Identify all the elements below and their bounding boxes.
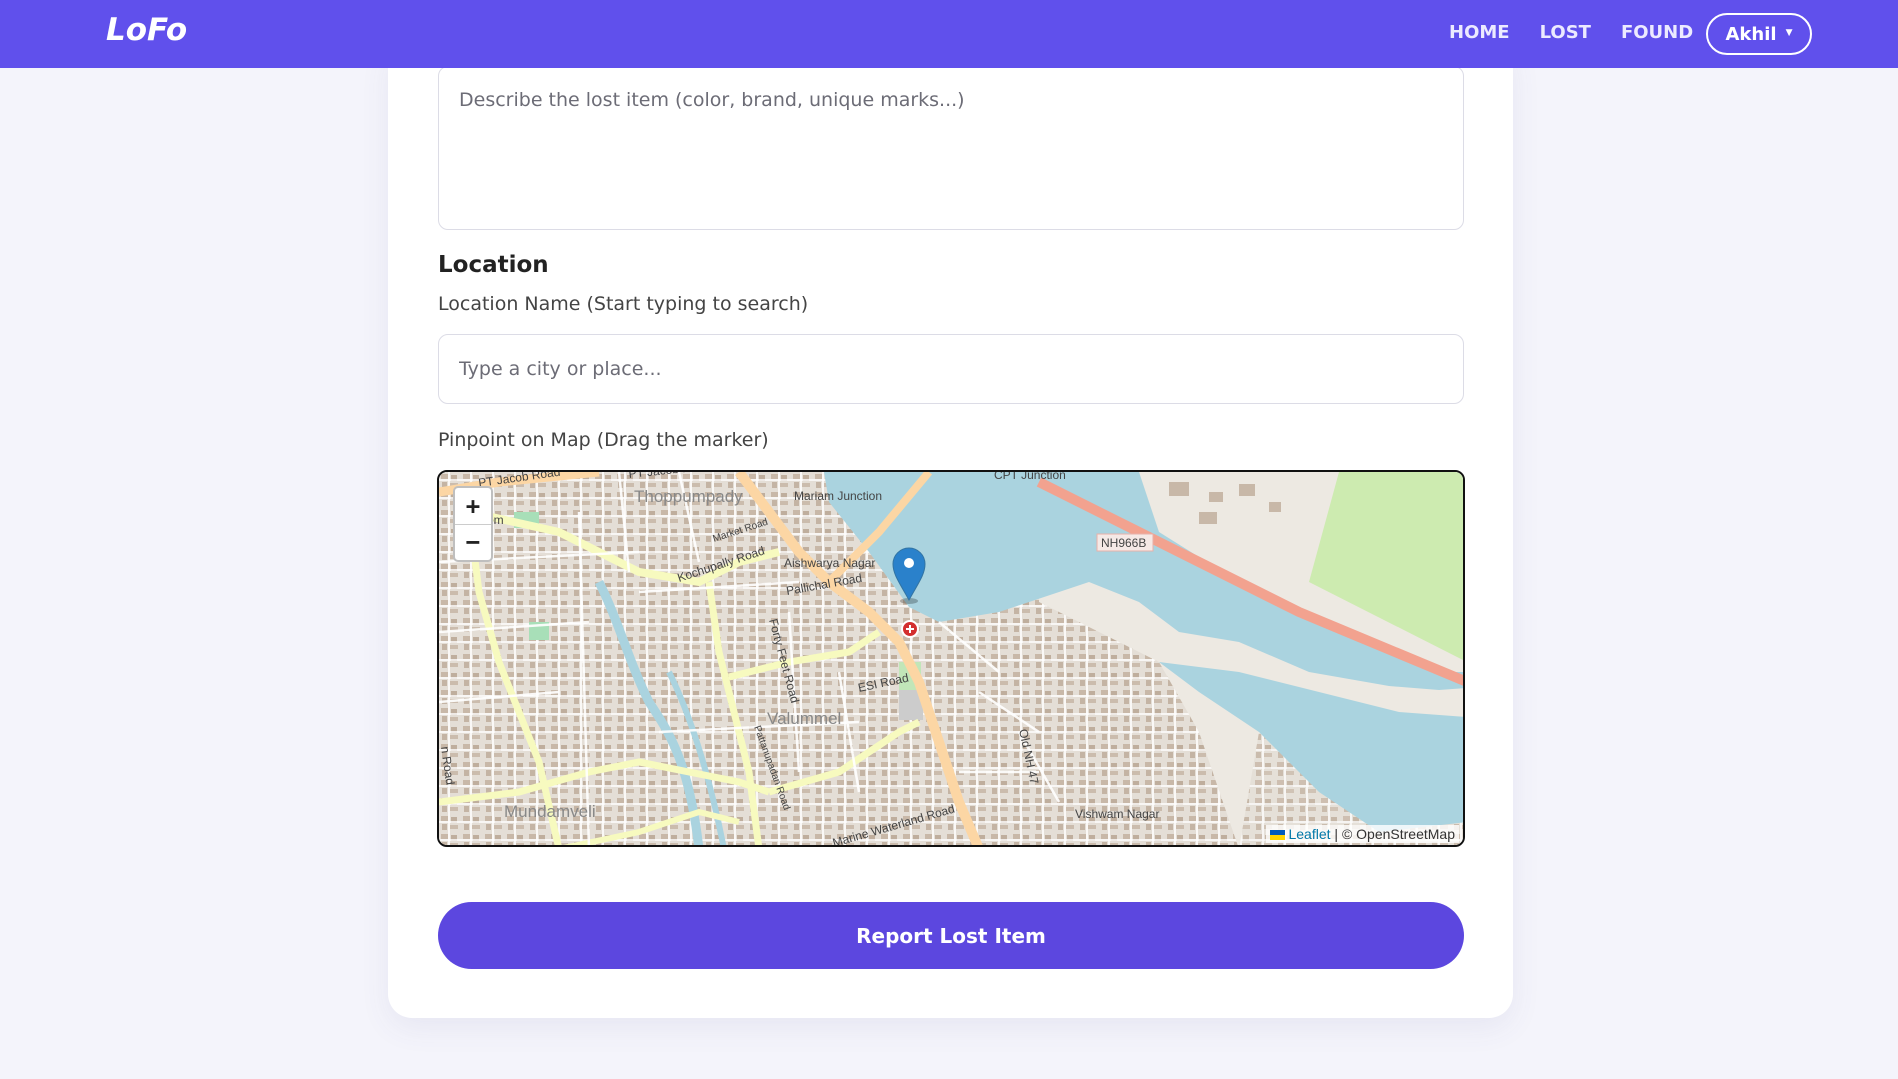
caret-down-icon: ▼ xyxy=(1785,27,1793,38)
map-label-thoppumpady: Thoppumpady xyxy=(634,487,743,506)
leaflet-link[interactable]: Leaflet xyxy=(1288,826,1330,842)
location-section-title: Location xyxy=(438,252,549,278)
nav-links: HOME LOST FOUND xyxy=(1449,22,1723,43)
report-form-card: Location Location Name (Start typing to … xyxy=(388,40,1513,1018)
nav-lost-link[interactable]: LOST xyxy=(1540,22,1591,43)
zoom-in-button[interactable]: + xyxy=(455,488,491,524)
navbar: LoFo HOME LOST FOUND Akhil ▼ xyxy=(0,0,1898,68)
map-label-vishwam-nagar: Vishwam Nagar xyxy=(1075,807,1159,821)
map-zoom-control: + − xyxy=(453,486,493,562)
map-tiles[interactable]: PT Jacob Road PT Jacob Road Thoppumpady … xyxy=(439,472,1465,847)
ukraine-flag-icon xyxy=(1270,830,1286,841)
user-menu-button[interactable]: Akhil ▼ xyxy=(1706,13,1812,55)
map-label-valummel: Valummel xyxy=(767,709,841,728)
map-label-nh966b: NH966B xyxy=(1101,536,1146,550)
zoom-out-button[interactable]: − xyxy=(455,523,491,561)
osm-attribution-text: | © OpenStreetMap xyxy=(1330,826,1455,842)
map-label-mundamveli: Mundamveli xyxy=(504,802,596,821)
location-map[interactable]: PT Jacob Road PT Jacob Road Thoppumpady … xyxy=(437,470,1465,847)
report-lost-item-button[interactable]: Report Lost Item xyxy=(438,902,1464,969)
map-attribution: Leaflet | © OpenStreetMap xyxy=(1266,825,1459,843)
map-label-mariam-junction: Mariam Junction xyxy=(794,489,882,503)
location-name-label: Location Name (Start typing to search) xyxy=(438,293,809,315)
description-textarea[interactable] xyxy=(438,66,1464,230)
nav-home-link[interactable]: HOME xyxy=(1449,22,1510,43)
nav-found-link[interactable]: FOUND xyxy=(1621,22,1693,43)
map-label-aishwarya-nagar: Aishwarya Nagar xyxy=(784,556,875,570)
map-label-cpt-junction: CPT Junction xyxy=(994,472,1066,482)
user-name: Akhil xyxy=(1725,23,1777,45)
brand-logo[interactable]: LoFo xyxy=(106,12,187,48)
map-label: Pinpoint on Map (Drag the marker) xyxy=(438,429,769,451)
location-search-input[interactable] xyxy=(438,334,1464,404)
